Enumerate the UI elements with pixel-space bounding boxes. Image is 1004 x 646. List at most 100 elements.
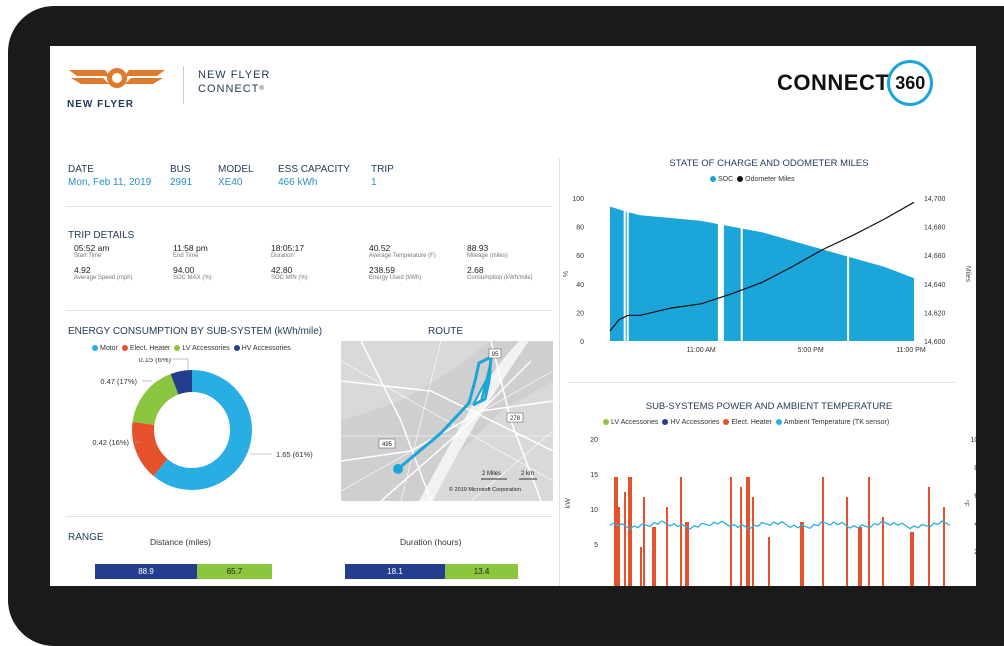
heater-spike xyxy=(614,477,618,586)
header-divider xyxy=(183,66,184,104)
legend-dot-motor xyxy=(92,345,98,351)
summary-label: MODEL xyxy=(218,164,254,175)
y-right-tick: 40 xyxy=(974,521,976,528)
trip-value: 4.92 xyxy=(74,265,91,275)
soc-gap xyxy=(740,198,743,341)
new-flyer-logo: NEW FLYER xyxy=(67,64,167,110)
y-right-tick: 14,660 xyxy=(924,253,946,260)
trip-value: 11:58 pm xyxy=(173,243,208,253)
y-right-tick: 14,680 xyxy=(924,225,946,232)
connect-360-badge: 360 xyxy=(887,60,934,106)
summary-label: BUS xyxy=(170,164,191,175)
subsystems-power-chart: 2015105100806040200kW°F xyxy=(565,437,976,586)
legend-label: SOC xyxy=(718,176,734,183)
summary-ess: ESS CAPACITY 466 kWh xyxy=(278,164,350,188)
trip-value: 88.93 xyxy=(467,243,489,253)
y-left-tick: 20 xyxy=(590,437,598,444)
app-title-line2: CONNECT xyxy=(198,83,260,95)
trip-value: 238.59 xyxy=(369,265,395,275)
summary-label: TRIP xyxy=(371,164,394,175)
shield-495: 495 xyxy=(382,442,393,448)
divider xyxy=(66,206,552,207)
soc-gap xyxy=(847,198,850,341)
donut-label-lv: 0.47 (17%) xyxy=(100,377,137,386)
subsystems-chart-title: SUB-SYSTEMS POWER AND AMBIENT TEMPERATUR… xyxy=(645,401,893,412)
y-left-tick: 80 xyxy=(576,225,584,232)
trip-value: 42.80 xyxy=(271,265,293,275)
heater-spike xyxy=(768,537,770,586)
heater-spike xyxy=(628,477,632,586)
summary-value: XE40 xyxy=(218,177,243,188)
divider xyxy=(66,516,552,517)
legend-label: Elect. Heater xyxy=(129,345,171,352)
heater-spike xyxy=(868,477,870,586)
legend-dot-lv xyxy=(174,345,181,351)
heater-spike xyxy=(746,477,750,586)
summary-value: Mon, Feb 11, 2019 xyxy=(68,177,152,188)
trip-label: Duration xyxy=(271,253,294,259)
y-right-tick: 100 xyxy=(970,437,976,444)
divider xyxy=(568,382,956,383)
legend-dot-heater xyxy=(121,345,128,351)
route-start-marker xyxy=(393,464,403,474)
legend-label: Odometer Miles xyxy=(745,176,795,183)
app-title: NEW FLYER CONNECT® xyxy=(198,68,270,96)
trip-value: 40.52 xyxy=(369,243,391,253)
energy-donut-chart: 0.15 (6%) 0.47 (17%) 0.42 (16%) 1.65 (61… xyxy=(92,358,313,490)
y-right-axis-label: °F xyxy=(962,499,970,506)
temperature-line xyxy=(609,520,951,530)
summary-trip: TRIP 1 xyxy=(371,164,394,188)
y-left-tick: 60 xyxy=(576,253,584,260)
summary-value: 466 kWh xyxy=(278,177,318,188)
x-tick: 11:00 AM xyxy=(687,347,716,354)
range-duration-bar-used: 13.4 xyxy=(445,564,518,579)
heater-spike xyxy=(643,497,645,586)
legend-dot-soc xyxy=(710,176,716,182)
heater-spike xyxy=(943,507,945,586)
range-title: RANGE xyxy=(68,532,104,543)
y-left-axis-label: kW xyxy=(565,498,572,509)
y-left-tick: 15 xyxy=(590,472,598,479)
map-scale-km: 2 km xyxy=(521,471,534,477)
legend-label: LV Accessories xyxy=(182,345,230,352)
y-left-tick: 100 xyxy=(572,196,584,203)
subsystems-legend: LV Accessories HV Accessories Elect. Heate… xyxy=(603,419,889,426)
heater-spike xyxy=(652,527,656,586)
range-distance-bar-total: 88.9 xyxy=(95,564,197,579)
y-left-tick: 5 xyxy=(594,542,598,549)
summary-date: DATE Mon, Feb 11, 2019 xyxy=(68,164,151,188)
trip-label: SOC MIN (%) xyxy=(271,275,308,281)
trip-label: Start Time xyxy=(74,253,102,259)
trip-label: Mileage (miles) xyxy=(467,253,508,259)
soc-gap xyxy=(623,198,626,341)
trip-value: 94.00 xyxy=(173,265,195,275)
route-map[interactable]: 495 278 95 2 Miles 2 km © 2019 Microsoft… xyxy=(341,341,553,501)
heater-spike xyxy=(730,477,732,586)
shield-95: 95 xyxy=(492,352,499,358)
legend-label: HV Accessories xyxy=(670,419,720,426)
trip-label: Average Temperature (F) xyxy=(369,253,436,259)
heater-spike xyxy=(822,477,824,586)
legend-dot-hv xyxy=(662,419,669,425)
soc-chart-title: STATE OF CHARGE AND ODOMETER MILES xyxy=(669,158,869,169)
range-distance-bar-used: 65.7 xyxy=(197,564,272,579)
app-title-line1: NEW FLYER xyxy=(198,69,271,81)
y-left-tick: 0 xyxy=(580,339,584,346)
tablet-frame: NEW FLYER NEW FLYER CONNECT® CONNECT 360 … xyxy=(0,0,1004,646)
map-scale-miles: 2 Miles xyxy=(482,471,501,477)
panel-divider xyxy=(559,158,560,586)
legend-dot-temp xyxy=(775,419,782,425)
summary-value: 2991 xyxy=(170,177,193,188)
range-duration-bar-total: 18.1 xyxy=(345,564,445,579)
heater-spike xyxy=(740,487,742,586)
x-tick: 5:00 PM xyxy=(798,347,824,354)
legend-label: LV Accessories xyxy=(611,419,659,426)
soc-gap xyxy=(717,198,724,341)
heater-spike xyxy=(685,522,689,586)
logo-text: NEW FLYER xyxy=(67,99,134,110)
trip-value: 05:52 am xyxy=(74,243,110,253)
legend-dot-lv xyxy=(603,419,609,425)
heater-spike xyxy=(640,547,642,586)
y-left-tick: 10 xyxy=(590,507,598,514)
y-right-tick: 14,700 xyxy=(924,196,946,203)
